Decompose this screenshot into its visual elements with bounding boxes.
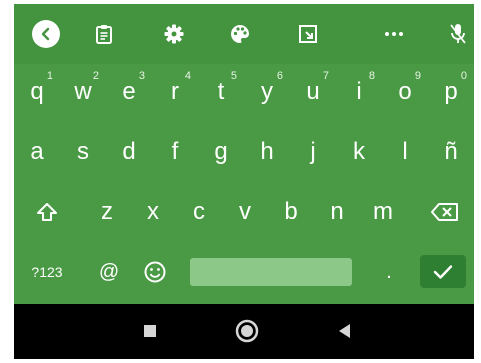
resize-icon [299, 25, 317, 43]
period-key[interactable]: . [366, 247, 412, 297]
key-label: ñ [444, 138, 458, 165]
key-m[interactable]: m [360, 187, 406, 237]
key-label: v [239, 198, 251, 225]
key-number-hint: 8 [368, 70, 375, 82]
key-number-hint: 3 [138, 70, 145, 82]
keyboard-toolbar [14, 4, 474, 64]
back-nav-button[interactable] [330, 316, 360, 346]
navigation-bar [14, 304, 474, 359]
shift-icon [37, 203, 57, 221]
key-label: c [193, 198, 205, 225]
key-z[interactable]: z [84, 187, 130, 237]
resize-button[interactable] [292, 18, 324, 50]
mic-off-icon [450, 24, 466, 44]
key-label: i [356, 78, 362, 105]
palette-icon [231, 25, 249, 43]
key-g[interactable]: g [198, 127, 244, 177]
settings-button[interactable] [158, 18, 190, 50]
key-s[interactable]: s [60, 127, 106, 177]
key-label: j [310, 138, 316, 165]
key-label: b [284, 198, 298, 225]
key-label: d [122, 138, 136, 165]
voice-input-button[interactable] [442, 18, 474, 50]
recents-button[interactable] [135, 316, 165, 346]
enter-key[interactable] [420, 255, 466, 288]
key-label: n [330, 198, 344, 225]
key-label: x [147, 198, 159, 225]
key-label: f [171, 138, 179, 165]
key-t[interactable]: t5 [198, 67, 244, 117]
checkmark-icon [433, 264, 453, 279]
key-p[interactable]: p0 [428, 67, 474, 117]
home-button[interactable] [232, 316, 262, 346]
theme-button[interactable] [224, 18, 256, 50]
key-c[interactable]: c [176, 187, 222, 237]
home-circle-icon [235, 319, 259, 343]
key-x[interactable]: x [130, 187, 176, 237]
key-label: u [306, 78, 320, 105]
key-y[interactable]: y6 [244, 67, 290, 117]
key-number-hint: 1 [46, 70, 53, 82]
key-label: g [214, 138, 228, 165]
key-i[interactable]: i8 [336, 67, 382, 117]
recents-square-icon [144, 325, 156, 337]
more-icon [385, 32, 403, 36]
more-button[interactable] [378, 18, 410, 50]
gear-icon [164, 24, 184, 44]
key-r[interactable]: r4 [152, 67, 198, 117]
key-label: k [353, 138, 365, 165]
key-number-hint: 6 [276, 70, 283, 82]
key-k[interactable]: k [336, 127, 382, 177]
key-ñ[interactable]: ñ [428, 127, 474, 177]
key-label: m [373, 198, 393, 225]
backspace-key[interactable] [422, 187, 468, 237]
back-triangle-icon [339, 324, 350, 338]
at-key[interactable]: @ [86, 247, 132, 297]
back-button[interactable] [30, 18, 62, 50]
backspace-icon [431, 203, 458, 221]
emoji-key[interactable] [132, 247, 178, 297]
emoji-icon [144, 261, 166, 283]
keyboard-frame: ?123 @ . q 1 w 2 e 3 r 4 t 5 y 6 u 7 i 8… [14, 4, 474, 359]
key-a[interactable]: a [14, 127, 60, 177]
key-f[interactable]: f [152, 127, 198, 177]
key-label: l [402, 138, 408, 165]
key-label: r [171, 78, 179, 105]
key-w[interactable]: w2 [60, 67, 106, 117]
key-number-hint: 0 [460, 70, 467, 82]
key-l[interactable]: l [382, 127, 428, 177]
key-label: o [398, 78, 412, 105]
key-label: s [77, 138, 89, 165]
key-label: e [122, 78, 136, 105]
back-icon [32, 20, 60, 48]
key-label: q [30, 78, 44, 105]
space-bar[interactable] [190, 258, 352, 286]
symbols-key[interactable]: ?123 [24, 247, 70, 297]
key-number-hint: 4 [184, 70, 191, 82]
key-j[interactable]: j [290, 127, 336, 177]
key-q[interactable]: q1 [14, 67, 60, 117]
key-b[interactable]: b [268, 187, 314, 237]
key-number-hint: 7 [322, 70, 329, 82]
key-label: w [74, 78, 92, 105]
clipboard-icon [96, 25, 112, 44]
key-label: a [30, 138, 44, 165]
key-label: t [217, 78, 225, 105]
key-d[interactable]: d [106, 127, 152, 177]
key-label: y [261, 78, 273, 105]
shift-key[interactable] [24, 187, 70, 237]
key-o[interactable]: o9 [382, 67, 428, 117]
key-n[interactable]: n [314, 187, 360, 237]
key-v[interactable]: v [222, 187, 268, 237]
key-label: p [444, 78, 458, 105]
key-label: z [101, 198, 113, 225]
key-h[interactable]: h [244, 127, 290, 177]
key-label: h [260, 138, 274, 165]
key-number-hint: 5 [230, 70, 237, 82]
key-u[interactable]: u7 [290, 67, 336, 117]
key-number-hint: 2 [92, 70, 99, 82]
key-number-hint: 9 [414, 70, 421, 82]
key-e[interactable]: e3 [106, 67, 152, 117]
clipboard-button[interactable] [88, 18, 120, 50]
